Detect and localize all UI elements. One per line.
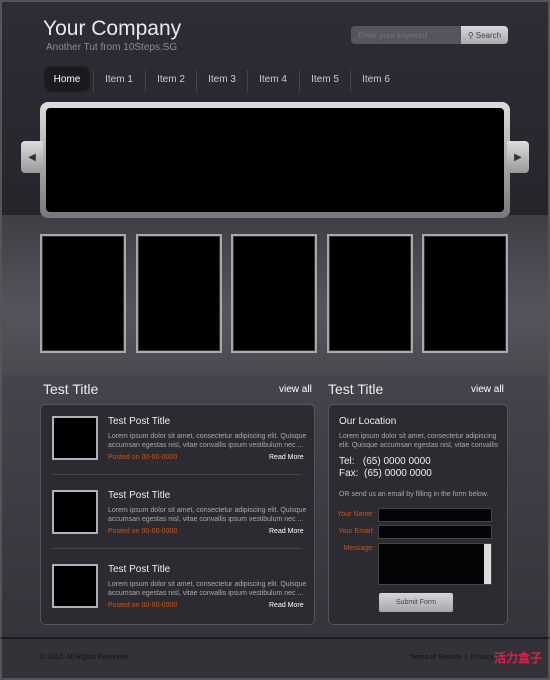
name-label: Your Name: [337, 511, 374, 518]
post-date: Posted on 00-00-0000 [108, 602, 178, 609]
logo[interactable]: Your Company [43, 17, 181, 41]
nav-home[interactable]: Home [46, 68, 88, 90]
slider-prev-button[interactable]: ◀ [21, 141, 43, 173]
nav-item-4[interactable]: Item 4 [250, 68, 296, 90]
post-thumbnail[interactable] [52, 564, 98, 608]
read-more-link[interactable]: Read More [269, 602, 304, 609]
post-date: Posted on 00-00-0000 [108, 528, 178, 535]
slider-screen[interactable] [46, 108, 504, 212]
left-section-title: Test Title [43, 381, 99, 397]
copyright: © 2010. All Rights Reserved. [40, 654, 130, 661]
nav-item-5[interactable]: Item 5 [302, 68, 348, 90]
name-input[interactable] [378, 508, 492, 522]
textarea-scrollbar[interactable] [484, 544, 491, 584]
nav-divider [350, 70, 351, 92]
read-more-link[interactable]: Read More [269, 528, 304, 535]
post-date: Posted on 00-00-0000 [108, 454, 178, 461]
gallery-thumbnail[interactable] [40, 234, 126, 353]
email-label: Your Email: [338, 528, 374, 535]
slider-next-button[interactable]: ▶ [507, 141, 529, 173]
post-title[interactable]: Test Post Title [108, 564, 170, 575]
read-more-link[interactable]: Read More [269, 454, 304, 461]
right-section-title: Test Title [328, 381, 384, 397]
fax-text: Fax: (65) 0000 0000 [339, 468, 432, 479]
arrow-right-icon: ▶ [514, 151, 522, 163]
gallery-thumbnail[interactable] [422, 234, 508, 353]
form-intro: OR send us an email by filling in the fo… [339, 491, 489, 498]
nav-divider [247, 70, 248, 92]
nav-divider [196, 70, 197, 92]
nav-item-1[interactable]: Item 1 [96, 68, 142, 90]
arrow-left-icon: ◀ [28, 151, 36, 163]
tagline: Another Tut from 10Steps.SG [46, 42, 178, 53]
message-textarea[interactable] [378, 543, 492, 585]
location-text: Lorem ipsum dolor sit amet, consectetur … [339, 433, 499, 449]
post-excerpt: Lorem ipsum dolor sit amet, consectetur … [108, 581, 307, 597]
nav-item-2[interactable]: Item 2 [148, 68, 194, 90]
nav-item-6[interactable]: Item 6 [353, 68, 399, 90]
nav-item-3[interactable]: Item 3 [199, 68, 245, 90]
search-button[interactable]: ⚲ Search [461, 26, 508, 44]
watermark: 活力盒子 [494, 651, 543, 665]
nav-divider [93, 70, 94, 92]
email-input[interactable] [378, 525, 492, 539]
post-excerpt: Lorem ipsum dolor sit amet, consectetur … [108, 433, 307, 449]
location-heading: Our Location [339, 416, 397, 427]
search-input[interactable] [351, 26, 461, 44]
gallery-thumbnail[interactable] [136, 234, 222, 353]
post-excerpt: Lorem ipsum dolor sit amet, consectetur … [108, 507, 307, 523]
gallery-thumbnail[interactable] [327, 234, 413, 353]
post-title[interactable]: Test Post Title [108, 416, 170, 427]
message-label: Message: [343, 545, 374, 552]
right-view-all-link[interactable]: view all [471, 384, 504, 395]
slider [40, 102, 510, 218]
post-title[interactable]: Test Post Title [108, 490, 170, 501]
search-icon: ⚲ [467, 30, 474, 40]
divider [52, 474, 302, 475]
tel-text: Tel: (65) 0000 0000 [339, 456, 431, 467]
divider [52, 548, 302, 549]
footer-links[interactable]: Terms of Service | Privacy [409, 654, 494, 661]
gallery-thumbnail[interactable] [231, 234, 317, 353]
submit-button[interactable]: Submit Form [379, 593, 453, 612]
post-thumbnail[interactable] [52, 490, 98, 534]
left-view-all-link[interactable]: view all [279, 384, 312, 395]
nav-divider [145, 70, 146, 92]
post-thumbnail[interactable] [52, 416, 98, 460]
nav-divider [299, 70, 300, 92]
